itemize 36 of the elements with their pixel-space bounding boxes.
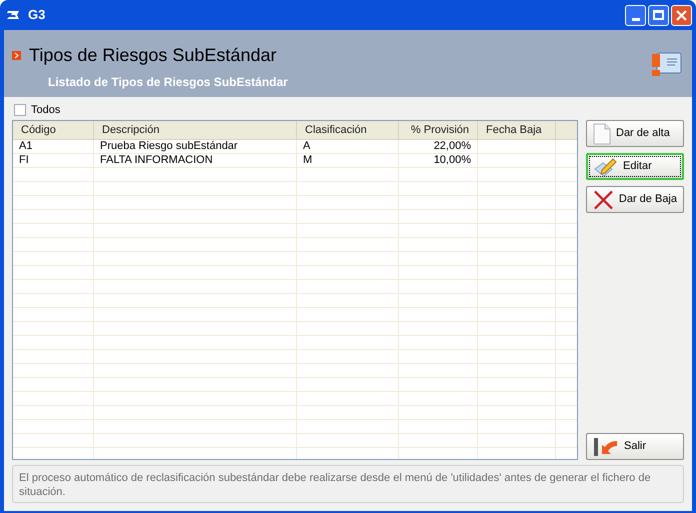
- column-header[interactable]: % Provisión: [410, 122, 469, 138]
- page-title: Tipos de Riesgos SubEstándar: [29, 44, 276, 67]
- window-title: G3: [28, 6, 46, 24]
- info-message: El proceso automático de reclasificación subestándar debe realizarse desde el menú de 'utilidades' antes de generar el fichero de situación.: [12, 465, 684, 503]
- close-icon: [676, 10, 687, 20]
- table-cell: 10,00%: [434, 155, 471, 166]
- action-button[interactable]: Dar de Baja: [586, 186, 684, 213]
- checkbox-label: Todos: [31, 102, 60, 118]
- column-header[interactable]: Clasificación: [305, 122, 367, 138]
- table-cell: A1: [19, 141, 32, 152]
- table-cell: FI: [19, 155, 29, 166]
- warning-card-icon: [650, 50, 682, 78]
- page-subtitle: Listado de Tipos de Riesgos SubEstándar: [48, 74, 288, 91]
- document-icon: [593, 122, 611, 144]
- minimize-button[interactable]: [625, 4, 646, 26]
- exit-arrow-icon: [593, 436, 619, 456]
- pencil-icon: [594, 156, 618, 178]
- table-cell: FALTA INFORMACION: [100, 155, 213, 166]
- minimize-icon: [632, 18, 640, 20]
- action-button[interactable]: Salir: [586, 433, 684, 460]
- cross-icon: [593, 188, 614, 210]
- todos-checkbox[interactable]: [14, 104, 26, 116]
- table-cell: M: [303, 155, 312, 166]
- column-header[interactable]: Descripción: [102, 122, 160, 138]
- action-button[interactable]: Dar de alta: [586, 120, 684, 147]
- app-logo-icon: [6, 9, 22, 21]
- table-cell: Prueba Riesgo subEstándar: [100, 141, 238, 152]
- column-header[interactable]: Código: [21, 122, 56, 138]
- column-header[interactable]: Fecha Baja: [486, 122, 542, 138]
- maximize-icon: [653, 10, 664, 20]
- action-button[interactable]: Editar: [586, 153, 684, 180]
- table-cell: A: [303, 141, 310, 152]
- maximize-button[interactable]: [648, 4, 669, 26]
- bullet-icon: [12, 51, 21, 60]
- table-cell: 22,00%: [434, 141, 471, 152]
- close-button[interactable]: [671, 4, 692, 26]
